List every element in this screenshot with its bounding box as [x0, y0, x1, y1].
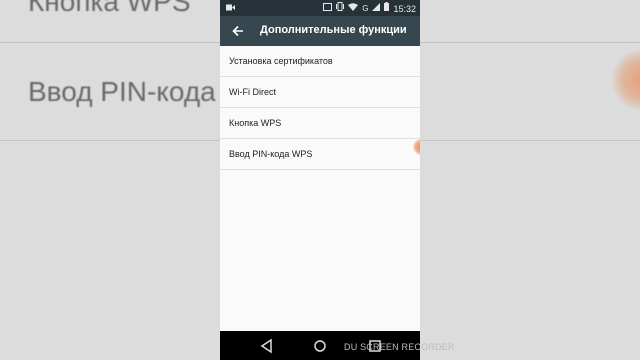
battery-icon — [384, 2, 390, 15]
home-circle-icon[interactable] — [311, 337, 329, 355]
network-type: G — [362, 3, 369, 13]
list-item-install-certificates[interactable]: Установка сертификатов — [220, 46, 420, 77]
back-triangle-icon[interactable] — [258, 337, 276, 355]
list-item-wifi-direct[interactable]: Wi-Fi Direct — [220, 77, 420, 108]
list-item-label: Ввод PIN-кода WPS — [229, 149, 313, 159]
signal-icon — [372, 2, 381, 15]
list-item-wps-button[interactable]: Кнопка WPS — [220, 108, 420, 139]
status-time: 15:32 — [393, 3, 416, 14]
settings-list: Установка сертификатов Wi-Fi Direct Кноп… — [220, 46, 420, 170]
status-icons: G 15:32 — [323, 2, 416, 15]
recorder-watermark: DU SCREEN RECORDER — [344, 342, 455, 352]
cast-icon — [323, 2, 333, 15]
vibrate-icon — [336, 2, 345, 15]
phone-screen: G 15:32 Дополнительные функции Установка… — [220, 0, 420, 360]
list-item-label: Кнопка WPS — [229, 118, 282, 128]
page-title: Дополнительные функции — [260, 24, 407, 36]
app-bar: Дополнительные функции — [220, 16, 420, 46]
list-item-label: Установка сертификатов — [229, 56, 333, 66]
camera-icon — [226, 3, 235, 13]
arrow-back-icon[interactable] — [228, 21, 248, 41]
list-item-label: Wi-Fi Direct — [229, 87, 276, 97]
list-item-wps-pin[interactable]: Ввод PIN-кода WPS — [220, 139, 420, 170]
status-bar: G 15:32 — [220, 0, 420, 16]
wifi-icon — [348, 2, 359, 15]
